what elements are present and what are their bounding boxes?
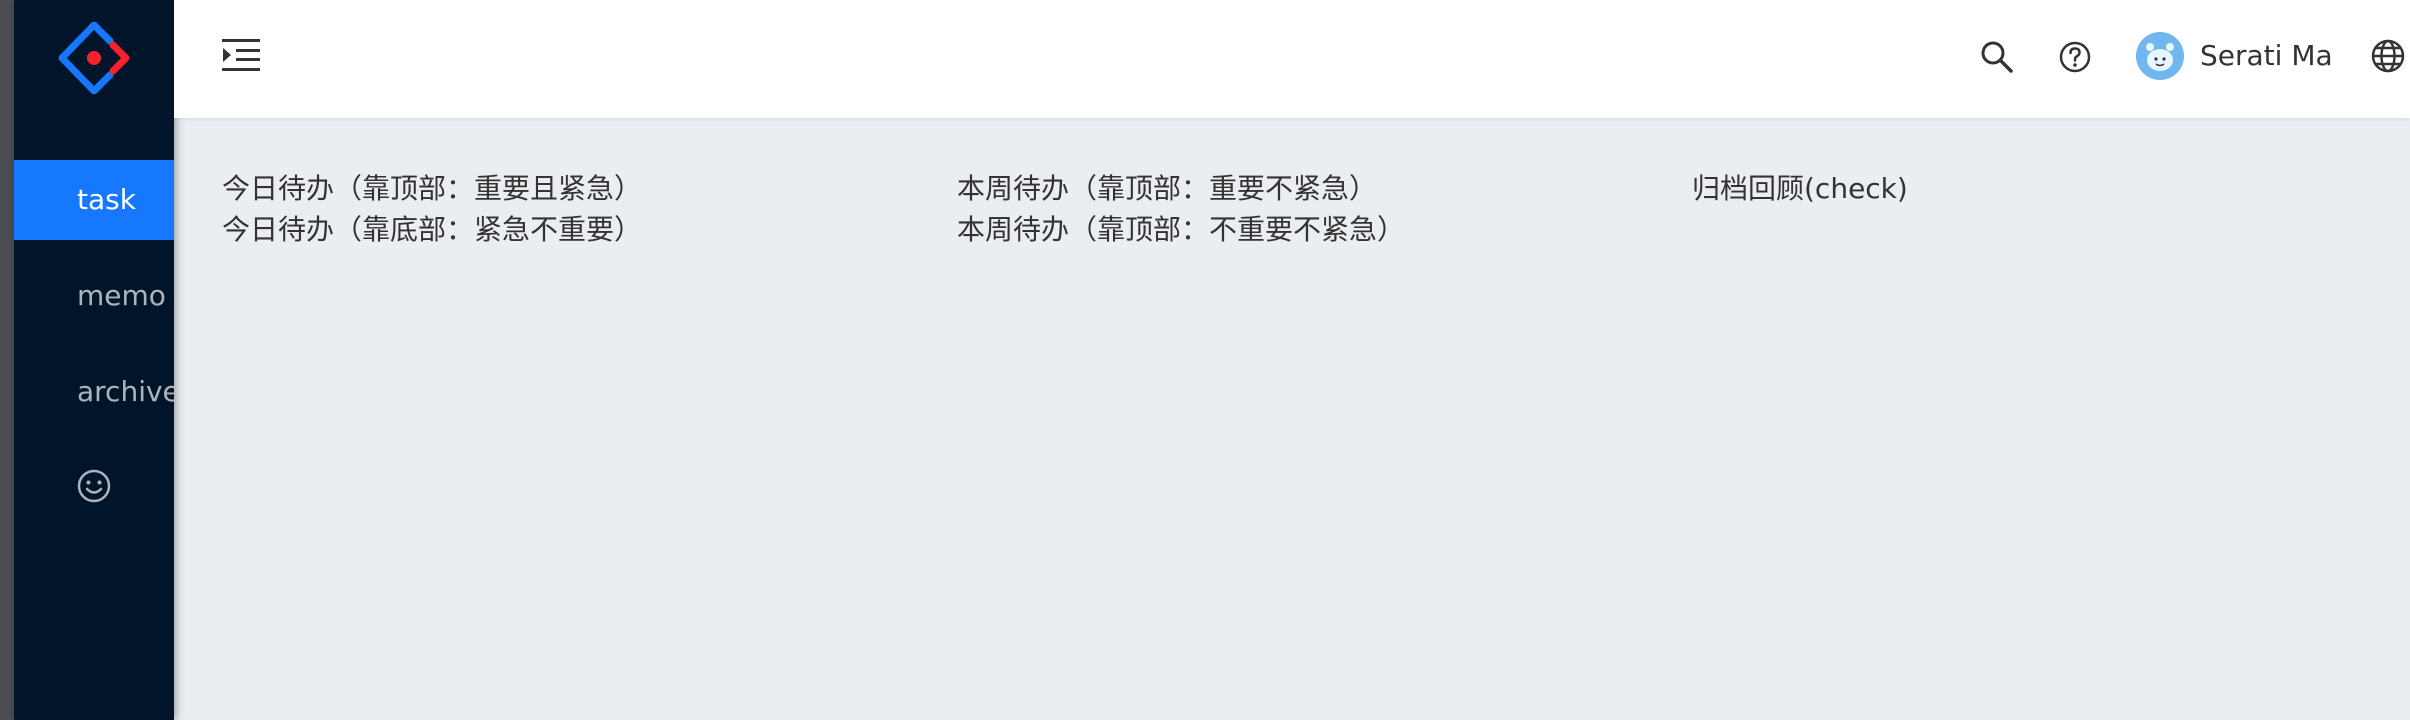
task-list-week-important-not-urgent[interactable]: 本周待办（靠顶部：重要不紧急） <box>957 169 1377 209</box>
task-list-today-urgent-not-important[interactable]: 今日待办（靠底部：紧急不重要） <box>222 210 642 250</box>
user-name[interactable]: Serati Ma <box>2200 36 2333 76</box>
smile-icon[interactable] <box>76 468 112 504</box>
search-icon[interactable] <box>1980 40 2014 78</box>
globe-icon[interactable] <box>2370 38 2406 78</box>
task-list-week-not-important-not-urgent[interactable]: 本周待办（靠顶部：不重要不紧急） <box>957 210 1405 250</box>
sidebar-item-archived[interactable]: archived <box>14 352 174 432</box>
menu-unfold-icon[interactable] <box>222 38 260 72</box>
task-list-today-important-urgent[interactable]: 今日待办（靠顶部：重要且紧急） <box>222 169 642 209</box>
sidebar-item-label: task <box>77 183 136 216</box>
sidebar: task memo archived <box>14 0 174 720</box>
task-list-archive-review[interactable]: 归档回顾(check) <box>1692 169 1908 209</box>
top-header: Serati Ma <box>174 0 2410 118</box>
sidebar-item-task[interactable]: task <box>14 160 174 240</box>
avatar-icon[interactable] <box>2136 32 2184 80</box>
window-edge <box>0 0 14 720</box>
question-circle-icon[interactable] <box>2058 40 2092 78</box>
ant-design-logo-icon[interactable] <box>58 21 130 95</box>
sidebar-item-label: archived <box>77 375 174 408</box>
task-board: 今日待办（靠顶部：重要且紧急） 今日待办（靠底部：紧急不重要） 本周待办（靠顶部… <box>174 118 2410 720</box>
sidebar-item-memo[interactable]: memo <box>14 256 174 336</box>
sidebar-item-label: memo <box>77 279 166 312</box>
